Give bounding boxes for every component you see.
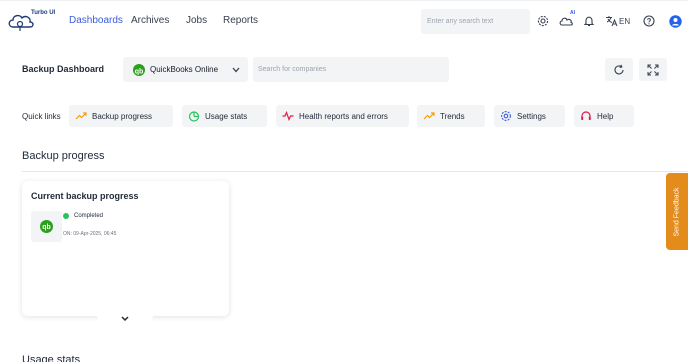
- quick-link-label: Trends: [440, 112, 465, 121]
- app-select-dropdown[interactable]: qb QuickBooks Online: [123, 57, 248, 82]
- status-dot-icon: [63, 213, 69, 219]
- app-select-label: QuickBooks Online: [150, 65, 219, 74]
- svg-text:qb: qb: [135, 69, 144, 76]
- backup-progress-card: Current backup progress qb Completed ON:…: [22, 181, 229, 316]
- quickbooks-icon: qb: [40, 220, 53, 233]
- send-feedback-button[interactable]: Send Feedback: [666, 173, 688, 250]
- expand-icon: [647, 64, 659, 75]
- quickbooks-icon: qb: [133, 64, 145, 76]
- global-search-input[interactable]: Enter any search text: [421, 9, 530, 34]
- refresh-icon: [614, 64, 624, 74]
- chevron-down-icon[interactable]: [120, 315, 130, 323]
- nav-dashboards[interactable]: Dashboards: [69, 15, 123, 26]
- pie-chart-icon: [188, 111, 200, 122]
- quickbooks-app-tile: qb: [31, 211, 62, 242]
- ai-badge: AI: [570, 10, 575, 16]
- quick-link-label: Help: [597, 112, 614, 121]
- quick-link-health-reports[interactable]: Health reports and errors: [276, 105, 409, 127]
- gear-icon[interactable]: [536, 14, 550, 28]
- quick-link-usage-stats[interactable]: Usage stats: [182, 105, 267, 127]
- nav-archives[interactable]: Archives: [131, 15, 169, 26]
- quick-link-label: Usage stats: [205, 112, 248, 121]
- page: Turbo UI Dashboards Archives Jobs Report…: [0, 0, 688, 362]
- chevron-down-icon: [232, 67, 240, 73]
- gear-icon: [501, 111, 511, 121]
- svg-text:qb: qb: [42, 224, 51, 231]
- quick-link-label: Backup progress: [92, 112, 153, 121]
- section-title-backup-progress: Backup progress: [22, 150, 105, 162]
- trend-up-icon: [75, 112, 87, 120]
- nav-reports[interactable]: Reports: [223, 15, 258, 26]
- refresh-button[interactable]: [605, 58, 633, 81]
- quick-link-help[interactable]: Help: [574, 105, 634, 127]
- translate-icon[interactable]: [604, 14, 618, 28]
- dashboard-title: Backup Dashboard: [22, 64, 105, 74]
- pulse-icon: [282, 110, 294, 122]
- quick-links-label: Quick links: [22, 112, 61, 121]
- bell-icon[interactable]: [582, 14, 596, 28]
- send-feedback-label: Send Feedback: [673, 186, 681, 237]
- quick-link-label: Settings: [517, 112, 546, 121]
- company-search-input[interactable]: Search for companies: [253, 57, 449, 82]
- logo-text: Turbo UI: [31, 10, 56, 16]
- quick-link-trends[interactable]: Trends: [417, 105, 485, 127]
- section-divider: [22, 171, 688, 172]
- nav-jobs[interactable]: Jobs: [186, 15, 207, 26]
- section-title-usage-stats: Usage stats: [22, 354, 81, 362]
- quick-link-settings[interactable]: Settings: [494, 105, 565, 127]
- quick-link-label: Health reports and errors: [299, 112, 388, 121]
- card-title: Current backup progress: [31, 191, 139, 201]
- trend-up-icon: [423, 112, 435, 120]
- backup-status: Completed: [74, 213, 104, 219]
- user-icon[interactable]: [668, 14, 682, 28]
- headset-icon: [581, 111, 591, 120]
- backup-date: ON: 09-Apr-2025, 06:45: [63, 231, 117, 237]
- cloud-ai-icon[interactable]: [559, 14, 573, 28]
- top-nav: Turbo UI Dashboards Archives Jobs Report…: [0, 0, 688, 40]
- language-label[interactable]: EN: [619, 17, 630, 26]
- help-icon[interactable]: [642, 14, 656, 28]
- fullscreen-button[interactable]: [639, 58, 667, 81]
- quick-link-backup-progress[interactable]: Backup progress: [69, 105, 173, 127]
